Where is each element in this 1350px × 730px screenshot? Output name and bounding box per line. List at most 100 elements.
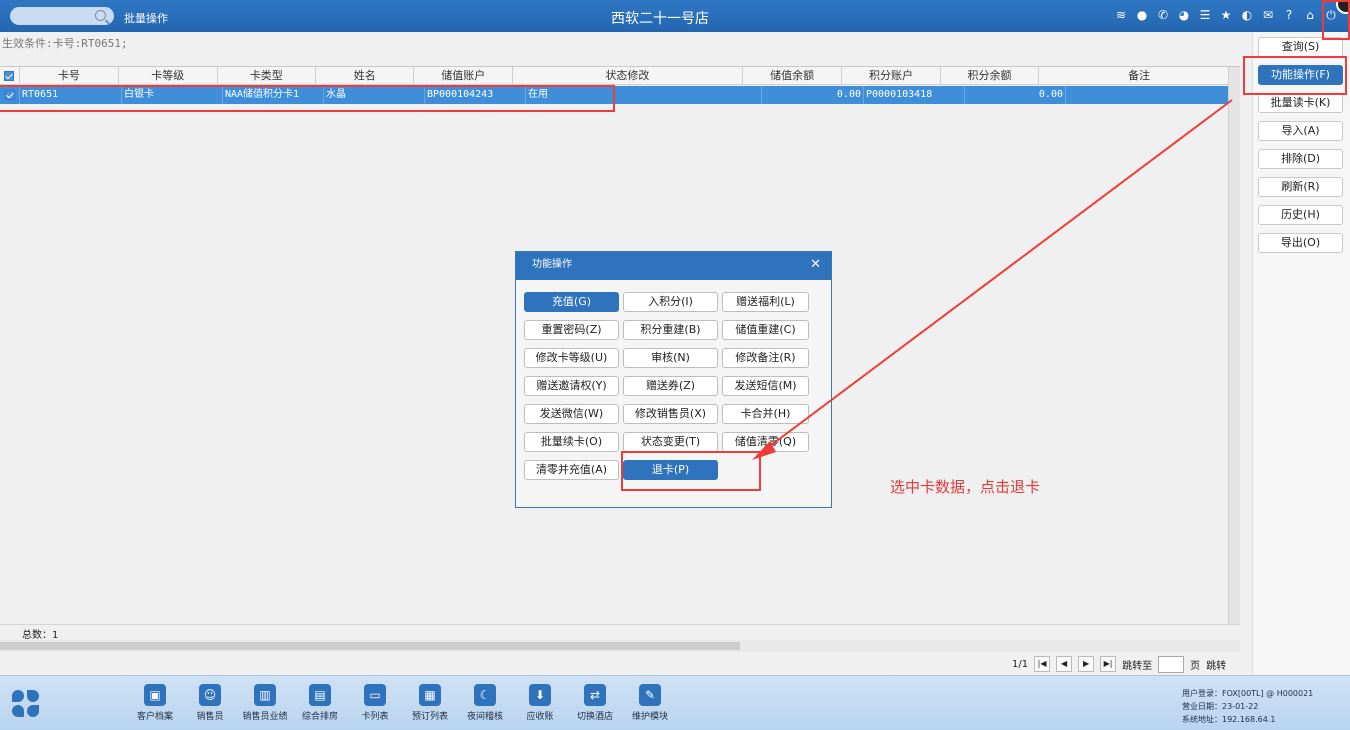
booking-icon: ▦: [419, 684, 441, 706]
batch-read-card-button[interactable]: 批量读卡(K): [1258, 93, 1343, 113]
select-all-checkbox[interactable]: [0, 67, 20, 85]
corner-close-icon[interactable]: [1336, 0, 1350, 14]
page-input[interactable]: [1158, 655, 1185, 673]
top-bar: 批量操作 西软二十一号店 ≋ ● ✆ ◕ ☰ ★ ◐ ✉ ? ⌂ ⏻: [0, 0, 1350, 32]
taskbar-night-audit[interactable]: ☾ 夜间稽核: [454, 684, 516, 722]
col-card-level[interactable]: 卡等级: [119, 67, 218, 85]
close-icon[interactable]: ✕: [810, 252, 821, 278]
total-count: 总数：1: [22, 630, 59, 641]
mail-icon[interactable]: ✉: [1261, 8, 1275, 22]
function-dialog: 功能操作 ✕ 充值(G) 入积分(I) 赠送福利(L) 重置密码(Z) 积分重建…: [515, 251, 832, 508]
import-button[interactable]: 导入(A): [1258, 121, 1343, 141]
taskbar-booking-list[interactable]: ▦ 预订列表: [399, 684, 461, 722]
rebuild-points-button[interactable]: 积分重建(B): [623, 320, 718, 340]
rebuild-stored-button[interactable]: 储值重建(C): [722, 320, 809, 340]
merge-card-button[interactable]: 卡合并(H): [722, 404, 809, 424]
taskbar-salesperson[interactable]: ☺ 销售员: [179, 684, 241, 722]
col-status[interactable]: 状态修改: [513, 67, 743, 85]
taskbar-label: 应收账: [526, 712, 554, 722]
home-icon[interactable]: ⌂: [1303, 8, 1317, 22]
power-icon[interactable]: ⏻: [1324, 8, 1338, 22]
col-card-no[interactable]: 卡号: [20, 67, 120, 85]
recharge-button[interactable]: 充值(G): [524, 292, 619, 312]
card-icon: ▭: [364, 684, 386, 706]
filter-condition: 生效条件:卡号:RT0651;: [2, 37, 128, 50]
gift-coupon-button[interactable]: 赠送券(Z): [623, 376, 718, 396]
col-points-balance[interactable]: 积分余额: [941, 67, 1040, 85]
send-sms-button[interactable]: 发送短信(M): [722, 376, 809, 396]
refresh-button[interactable]: 刷新(R): [1258, 177, 1343, 197]
vertical-scrollbar[interactable]: [1228, 67, 1240, 625]
taskbar-label: 销售员业绩: [242, 712, 288, 722]
taskbar-sales-performance[interactable]: ▥ 销售员业绩: [234, 684, 296, 722]
switch-icon: ⇄: [584, 684, 606, 706]
user-icon: ☺: [199, 684, 221, 706]
cell-points-balance: 0.00: [965, 86, 1066, 104]
batch-renew-button[interactable]: 批量续卡(O): [524, 432, 619, 452]
jump-button[interactable]: 跳转: [1206, 657, 1226, 672]
menu-icon[interactable]: ☰: [1198, 8, 1212, 22]
chat-icon[interactable]: ●: [1135, 8, 1149, 22]
dialog-title: 功能操作: [532, 259, 572, 270]
exclude-button[interactable]: 排除(D): [1258, 149, 1343, 169]
reset-password-button[interactable]: 重置密码(Z): [524, 320, 619, 340]
col-stored-balance[interactable]: 储值余额: [743, 67, 843, 85]
status-change-button[interactable]: 状态变更(T): [623, 432, 718, 452]
change-salesperson-button[interactable]: 修改销售员(X): [623, 404, 718, 424]
next-page-icon[interactable]: ▶: [1078, 656, 1095, 672]
first-page-icon[interactable]: |◀: [1034, 656, 1051, 672]
taskbar-label: 维护模块: [631, 712, 668, 722]
history-button[interactable]: 历史(H): [1258, 205, 1343, 225]
prev-page-icon[interactable]: ◀: [1056, 656, 1073, 672]
export-button[interactable]: 导出(O): [1258, 233, 1343, 253]
system-info: 用户登录：FOX[00TL] @ H000021 营业日期：23-01-22 系…: [1182, 687, 1313, 726]
cell-card-no: RT0651: [20, 86, 122, 104]
taskbar-customer-files[interactable]: ▣ 客户档案: [124, 684, 186, 722]
taskbar-switch-hotel[interactable]: ⇄ 切换酒店: [564, 684, 626, 722]
send-wechat-button[interactable]: 发送微信(W): [524, 404, 619, 424]
col-points-account[interactable]: 积分账户: [842, 67, 941, 85]
user-login: 用户登录：FOX[00TL] @ H000021: [1182, 689, 1314, 698]
palette-icon[interactable]: ◕: [1177, 8, 1191, 22]
audit-button[interactable]: 审核(N): [623, 348, 718, 368]
theme-icon[interactable]: ◐: [1240, 8, 1254, 22]
system-address: 系统地址：192.168.64.1: [1182, 715, 1276, 724]
help-icon[interactable]: ?: [1282, 8, 1296, 22]
last-page-icon[interactable]: ▶|: [1100, 656, 1117, 672]
taskbar-room-plan[interactable]: ▤ 综合排房: [289, 684, 351, 722]
cell-status: 在用: [526, 86, 762, 104]
function-operation-button[interactable]: 功能操作(F): [1258, 65, 1343, 85]
taskbar-label: 卡列表: [361, 712, 389, 722]
taskbar-label: 预订列表: [411, 712, 448, 722]
change-card-level-button[interactable]: 修改卡等级(U): [524, 348, 619, 368]
table-row[interactable]: RT0651 白银卡 NAA储值积分卡1 水晶 BP000104243 在用 0…: [0, 86, 1240, 104]
add-points-button[interactable]: 入积分(I): [623, 292, 718, 312]
return-card-button[interactable]: 退卡(P): [623, 460, 718, 480]
taskbar-label: 客户档案: [136, 712, 173, 722]
moon-icon: ☾: [474, 684, 496, 706]
phone-icon[interactable]: ✆: [1156, 8, 1170, 22]
scroll-thumb[interactable]: [0, 642, 740, 650]
dialog-title-bar: 功能操作 ✕: [516, 252, 831, 280]
col-name[interactable]: 姓名: [316, 67, 415, 85]
grid-header: 卡号 卡等级 卡类型 姓名 储值账户 状态修改 储值余额 积分账户 积分余额 备…: [0, 67, 1240, 85]
col-card-type[interactable]: 卡类型: [218, 67, 316, 85]
clear-stored-button[interactable]: 储值清零(Q): [722, 432, 809, 452]
taskbar-receivables[interactable]: ⬇ 应收账: [509, 684, 571, 722]
jump-to-label: 跳转至: [1122, 660, 1153, 672]
gift-invite-button[interactable]: 赠送邀请权(Y): [524, 376, 619, 396]
query-button[interactable]: 查询(S): [1258, 37, 1343, 57]
taskbar-label: 销售员: [196, 712, 224, 722]
clear-and-recharge-button[interactable]: 清零并充值(A): [524, 460, 619, 480]
edit-remark-button[interactable]: 修改备注(R): [722, 348, 809, 368]
row-checkbox[interactable]: [0, 86, 20, 104]
wifi-icon[interactable]: ≋: [1114, 8, 1128, 22]
taskbar-card-list[interactable]: ▭ 卡列表: [344, 684, 406, 722]
gift-benefit-button[interactable]: 赠送福利(L): [722, 292, 809, 312]
pager: 1/1 |◀ ◀ ▶ ▶| 跳转至 页 跳转: [1012, 655, 1226, 673]
col-remark[interactable]: 备注: [1039, 67, 1240, 85]
star-icon[interactable]: ★: [1219, 8, 1233, 22]
col-stored-account[interactable]: 储值账户: [414, 67, 513, 85]
taskbar-maintenance[interactable]: ✎ 维护模块: [619, 684, 681, 722]
horizontal-scrollbar[interactable]: [0, 640, 1240, 652]
